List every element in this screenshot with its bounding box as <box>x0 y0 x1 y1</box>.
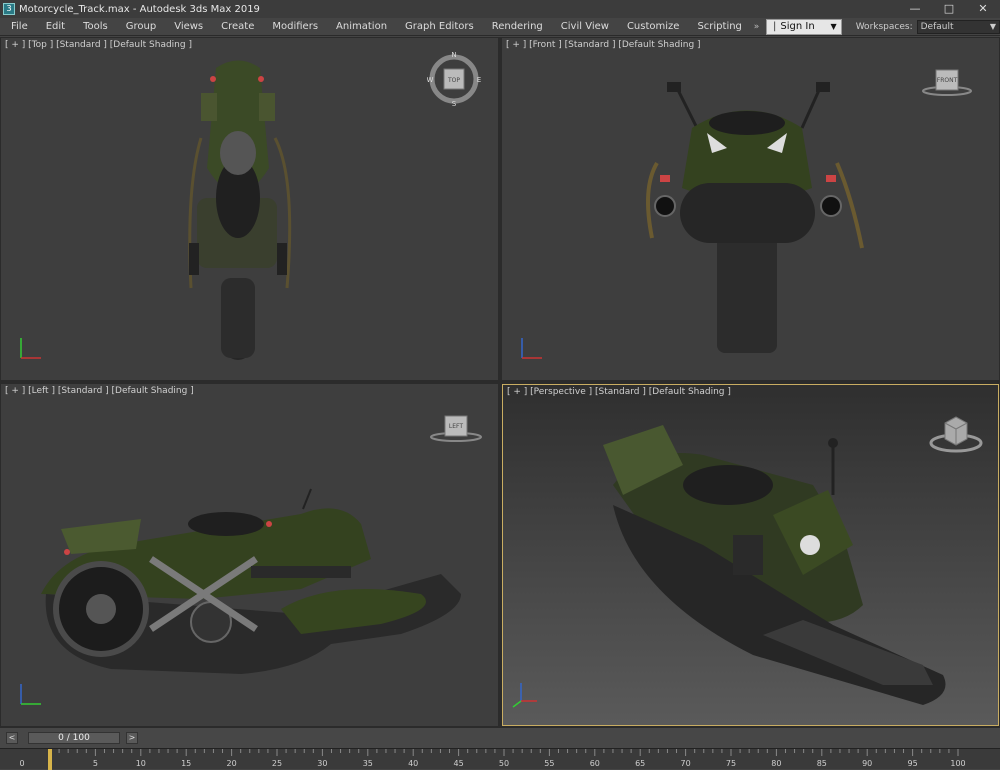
menu-edit[interactable]: Edit <box>37 18 74 36</box>
compass-w-label: W <box>427 76 434 84</box>
viewcube-front-icon[interactable]: FRONT <box>920 66 974 100</box>
motorcycle-perspective-view <box>603 425 946 705</box>
ruler-label: 30 <box>317 759 327 768</box>
ruler-label: 0 <box>19 759 24 768</box>
sign-in-label: Sign In <box>780 21 815 32</box>
chevron-down-icon: ▼ <box>989 22 996 31</box>
viewport-area: [ + ] [Top ] [Standard ] [Default Shadin… <box>0 37 1000 728</box>
next-frame-button[interactable]: > <box>126 732 138 744</box>
motorcycle-left-view <box>41 488 462 674</box>
track-bar[interactable]: 0 5 10 15 20 25 30 35 40 45 50 55 60 65 70 75 80 85 90 95 10… <box>0 748 1000 770</box>
viewport-label-top[interactable]: [ + ] [Top ] [Standard ] [Default Shadin… <box>5 40 192 50</box>
viewport-label-front[interactable]: [ + ] [Front ] [Standard ] [Default Shad… <box>506 40 701 50</box>
ruler-label: 50 <box>499 759 509 768</box>
app-icon[interactable]: 3 <box>3 3 15 15</box>
ruler-label: 60 <box>590 759 600 768</box>
viewcube-left-label: LEFT <box>449 423 463 430</box>
viewport-label-perspective[interactable]: [ + ] [Perspective ] [Standard ] [Defaul… <box>507 387 731 397</box>
viewcube-front-label: FRONT <box>937 77 958 84</box>
ruler-label: 85 <box>817 759 827 768</box>
ruler-label: 25 <box>272 759 282 768</box>
workspaces-select[interactable]: Default ▼ <box>916 19 1000 34</box>
menu-create[interactable]: Create <box>212 18 263 36</box>
ruler-label: 65 <box>635 759 645 768</box>
menu-views[interactable]: Views <box>165 18 212 36</box>
menu-file[interactable]: File <box>0 18 37 36</box>
ruler-label: 40 <box>408 759 418 768</box>
viewcube-perspective-icon[interactable] <box>927 409 985 457</box>
title-bar: 3 Motorcycle_Track.max - Autodesk 3ds Ma… <box>0 0 1000 18</box>
ruler-label: 15 <box>181 759 191 768</box>
window-title: Motorcycle_Track.max - Autodesk 3ds Max … <box>19 3 260 15</box>
ruler-label: 20 <box>227 759 237 768</box>
viewcube-top-label: TOP <box>447 77 460 84</box>
ruler-label: 70 <box>681 759 691 768</box>
ruler-label: 45 <box>454 759 464 768</box>
viewport-left[interactable]: [ + ] [Left ] [Standard ] [Default Shadi… <box>1 384 498 726</box>
sign-in-separator: | <box>773 21 777 32</box>
ruler-label: 5 <box>93 759 98 768</box>
time-slider-bar: < 0 / 100 > <box>0 728 1000 748</box>
menu-scripting[interactable]: Scripting <box>688 18 750 36</box>
viewport-label-left[interactable]: [ + ] [Left ] [Standard ] [Default Shadi… <box>5 386 194 396</box>
menu-bar: File Edit Tools Group Views Create Modif… <box>0 18 1000 36</box>
ruler-label: 35 <box>363 759 373 768</box>
maximize-icon[interactable]: □ <box>932 0 966 18</box>
menu-civil-view[interactable]: Civil View <box>552 18 618 36</box>
axis-tripod-icon <box>20 684 41 705</box>
viewcube-compass-icon[interactable]: TOP N S E W <box>427 52 481 106</box>
ruler-label: 10 <box>136 759 146 768</box>
menu-overflow-icon[interactable]: » <box>751 22 762 32</box>
chevron-down-icon: ▼ <box>830 22 837 31</box>
menu-animation[interactable]: Animation <box>327 18 396 36</box>
axis-tripod-icon <box>512 683 537 708</box>
menu-rendering[interactable]: Rendering <box>483 18 552 36</box>
compass-n-label: N <box>451 52 456 59</box>
viewport-front[interactable]: [ + ] [Front ] [Standard ] [Default Shad… <box>502 38 999 380</box>
menu-graph-editors[interactable]: Graph Editors <box>396 18 483 36</box>
sign-in-button[interactable]: | Sign In ▼ <box>766 18 842 35</box>
ruler-label: 75 <box>726 759 736 768</box>
ruler-label: 100 <box>950 759 965 768</box>
ruler-label: 80 <box>771 759 781 768</box>
time-slider[interactable]: 0 / 100 <box>28 732 120 744</box>
menu-customize[interactable]: Customize <box>618 18 689 36</box>
menu-group[interactable]: Group <box>117 18 165 36</box>
ruler-label: 90 <box>862 759 872 768</box>
ruler-label: 95 <box>908 759 918 768</box>
menu-modifiers[interactable]: Modifiers <box>263 18 327 36</box>
viewport-perspective[interactable]: [ + ] [Perspective ] [Standard ] [Defaul… <box>502 384 999 726</box>
frame-ruler[interactable]: 0 5 10 15 20 25 30 35 40 45 50 55 60 65 70 75 80 85 90 95 10… <box>0 749 1000 770</box>
minimize-icon[interactable]: — <box>898 0 932 18</box>
viewcube-left-icon[interactable]: LEFT <box>427 412 485 446</box>
current-frame-marker[interactable] <box>48 749 52 770</box>
axis-tripod-icon <box>521 338 542 359</box>
motorcycle-top-view <box>188 60 292 360</box>
viewport-top[interactable]: [ + ] [Top ] [Standard ] [Default Shadin… <box>1 38 498 380</box>
compass-e-label: E <box>477 76 481 84</box>
ruler-label: 55 <box>544 759 554 768</box>
prev-frame-button[interactable]: < <box>6 732 18 744</box>
close-icon[interactable]: ✕ <box>966 0 1000 18</box>
compass-s-label: S <box>452 100 457 106</box>
menu-tools[interactable]: Tools <box>74 18 117 36</box>
axis-tripod-icon <box>20 338 41 359</box>
workspaces-label: Workspaces: <box>855 21 913 32</box>
workspaces-value: Default <box>920 21 954 32</box>
